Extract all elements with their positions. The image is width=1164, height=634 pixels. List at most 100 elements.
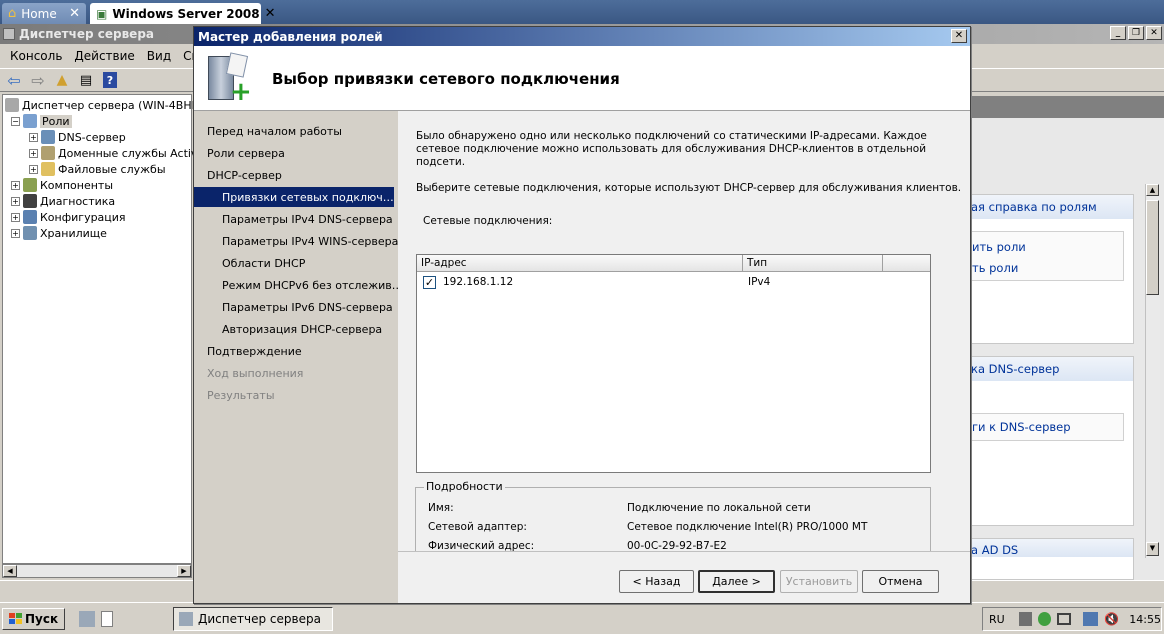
remove-roles-link[interactable]: ть роли	[972, 261, 1018, 275]
tree-item-label: Файловые службы	[58, 162, 166, 176]
back-button[interactable]: < Назад	[619, 570, 694, 593]
tree-item-dns[interactable]: + DNS-сервер	[29, 129, 126, 145]
menu-view[interactable]: Вид	[141, 49, 177, 63]
tree-item-file-services[interactable]: + Файловые службы	[29, 161, 166, 177]
up-folder-icon[interactable]: ▲	[52, 70, 72, 90]
step-before-you-begin[interactable]: Перед началом работы	[194, 121, 398, 141]
ad-ds-panel: а AD DS	[970, 538, 1134, 580]
diagnostics-icon	[23, 194, 37, 208]
tree-item-roles[interactable]: − Роли	[11, 113, 72, 129]
step-dhcp-scopes[interactable]: Области DHCP	[194, 253, 398, 273]
scrollbar-thumb[interactable]	[1146, 200, 1159, 295]
tree-horizontal-scrollbar[interactable]: ◀ ▶	[2, 564, 192, 578]
intro-line-3: подсети.	[416, 156, 466, 168]
tree-item-label: Компоненты	[40, 178, 114, 192]
wizard-content: Было обнаружено одно или несколько подкл…	[398, 111, 970, 555]
storage-icon	[23, 226, 37, 240]
tab-windows-server[interactable]: ▣ Windows Server 2008 ✕	[90, 3, 276, 24]
folder-icon	[41, 162, 55, 176]
table-row[interactable]: ✓ 192.168.1.12 IPv4	[417, 273, 930, 291]
cancel-button[interactable]: Отмена	[862, 570, 939, 593]
tab-home-label: Home	[21, 6, 57, 21]
expand-icon[interactable]: +	[11, 212, 20, 222]
expand-icon[interactable]: +	[11, 228, 20, 238]
next-button[interactable]: Далее >	[698, 570, 775, 593]
start-label: Пуск	[25, 611, 59, 626]
tab-home-close-icon[interactable]: ✕	[69, 6, 80, 21]
language-indicator[interactable]: RU	[989, 613, 1005, 626]
tab-windows-server-close-icon[interactable]: ✕	[265, 6, 276, 21]
back-arrow-icon[interactable]: ⇦	[4, 70, 24, 90]
tray-shield-icon[interactable]	[1038, 612, 1052, 626]
step-confirmation[interactable]: Подтверждение	[194, 341, 398, 361]
intro-line-1: Было обнаружено одно или несколько подкл…	[416, 130, 927, 142]
adapter-value: Сетевое подключение Intel(R) PRO/1000 MT	[627, 521, 868, 533]
menu-action[interactable]: Действие	[68, 49, 140, 63]
mmc-window-controls: _ ❐ ✕	[1110, 26, 1162, 40]
quicklaunch-server-manager-icon[interactable]	[79, 610, 96, 627]
expand-icon[interactable]: +	[29, 164, 38, 174]
dns-server-header[interactable]: ка DNS-сервер	[971, 357, 1133, 381]
tray-app-icon[interactable]	[1018, 612, 1033, 626]
tree-item-ad-ds[interactable]: + Доменные службы Active	[29, 145, 204, 161]
network-icon[interactable]	[1083, 612, 1099, 626]
scroll-down-icon[interactable]: ▼	[1146, 542, 1159, 556]
scroll-up-icon[interactable]: ▲	[1146, 184, 1159, 196]
column-ip-address[interactable]: IP-адрес	[417, 255, 743, 272]
step-ipv4-dns[interactable]: Параметры IPv4 DNS-сервера	[194, 209, 398, 229]
connection-checkbox[interactable]: ✓	[423, 275, 436, 289]
step-ipv4-wins[interactable]: Параметры IPv4 WINS-сервера	[194, 231, 398, 251]
tree-item-label: Диагностика	[40, 194, 116, 208]
install-button[interactable]: Установить	[780, 570, 858, 593]
expand-icon[interactable]: +	[29, 148, 38, 158]
wizard-close-icon[interactable]: ✕	[951, 29, 967, 43]
step-ipv6-dns[interactable]: Параметры IPv6 DNS-сервера	[194, 297, 398, 317]
clock: 14:55	[1129, 612, 1161, 626]
tree-item-label: Хранилище	[40, 226, 107, 240]
minimize-icon[interactable]: _	[1110, 26, 1126, 40]
tray-monitor-icon[interactable]	[1057, 613, 1072, 625]
restore-icon[interactable]: ❐	[1128, 26, 1144, 40]
quicklaunch-document-icon[interactable]	[101, 610, 114, 627]
volume-muted-icon[interactable]: 🔇	[1104, 612, 1119, 626]
system-tray: RU 🔇 14:55	[982, 607, 1162, 631]
taskbar-item-server-manager[interactable]: Диспетчер сервера	[173, 607, 333, 631]
wizard-title: Мастер добавления ролей	[198, 29, 383, 44]
step-dhcpv6-stateless[interactable]: Режим DHCPv6 без отслежив…	[194, 275, 403, 295]
collapse-icon[interactable]: −	[11, 116, 20, 126]
close-icon[interactable]: ✕	[1146, 26, 1162, 40]
dns-server-panel: ка DNS-сервер ги к DNS-сервер	[970, 356, 1134, 526]
step-server-roles[interactable]: Роли сервера	[194, 143, 398, 163]
step-network-bindings[interactable]: Привязки сетевых подключ…	[194, 187, 394, 207]
add-roles-wizard: Мастер добавления ролей ✕ + Выбор привяз…	[193, 26, 971, 604]
add-roles-link[interactable]: ить роли	[972, 240, 1026, 254]
name-value: Подключение по локальной сети	[627, 502, 811, 514]
help-icon[interactable]: ?	[100, 70, 120, 90]
step-dhcp-authorization[interactable]: Авторизация DHCP-сервера	[194, 319, 398, 339]
tab-home[interactable]: ⌂ Home ✕	[2, 3, 86, 24]
tree-item-storage[interactable]: + Хранилище	[11, 225, 107, 241]
roles-help-header[interactable]: ая справка по ролям	[971, 195, 1133, 219]
column-type[interactable]: Тип	[743, 255, 883, 272]
wizard-steps: Перед началом работы Роли сервера DHCP-с…	[194, 111, 403, 603]
start-button[interactable]: Пуск	[2, 607, 66, 630]
scroll-left-icon[interactable]: ◀	[3, 565, 17, 577]
details-label: Подробности	[424, 480, 505, 493]
tree-item-server-manager[interactable]: Диспетчер сервера (WIN-4BHBTS	[5, 97, 213, 113]
expand-icon[interactable]: +	[11, 180, 20, 190]
step-dhcp-server[interactable]: DHCP-сервер	[194, 165, 398, 185]
roles-icon	[23, 114, 37, 128]
menu-console[interactable]: Консоль	[4, 49, 68, 63]
wizard-heading: Выбор привязки сетевого подключения	[272, 70, 620, 88]
expand-icon[interactable]: +	[29, 132, 38, 142]
connections-list[interactable]: IP-адрес Тип ✓ 192.168.1.12 IPv4	[416, 254, 931, 473]
scroll-right-icon[interactable]: ▶	[177, 565, 191, 577]
tree-item-configuration[interactable]: + Конфигурация	[11, 209, 126, 225]
expand-icon[interactable]: +	[11, 196, 20, 206]
ad-ds-header[interactable]: а AD DS	[971, 539, 1133, 557]
tree-item-diagnostics[interactable]: + Диагностика	[11, 193, 115, 209]
tree-item-features[interactable]: + Компоненты	[11, 177, 113, 193]
show-hide-tree-icon[interactable]: ▤	[76, 70, 96, 90]
forward-arrow-icon[interactable]: ⇨	[28, 70, 48, 90]
go-to-dns-link[interactable]: ги к DNS-сервер	[972, 420, 1071, 434]
